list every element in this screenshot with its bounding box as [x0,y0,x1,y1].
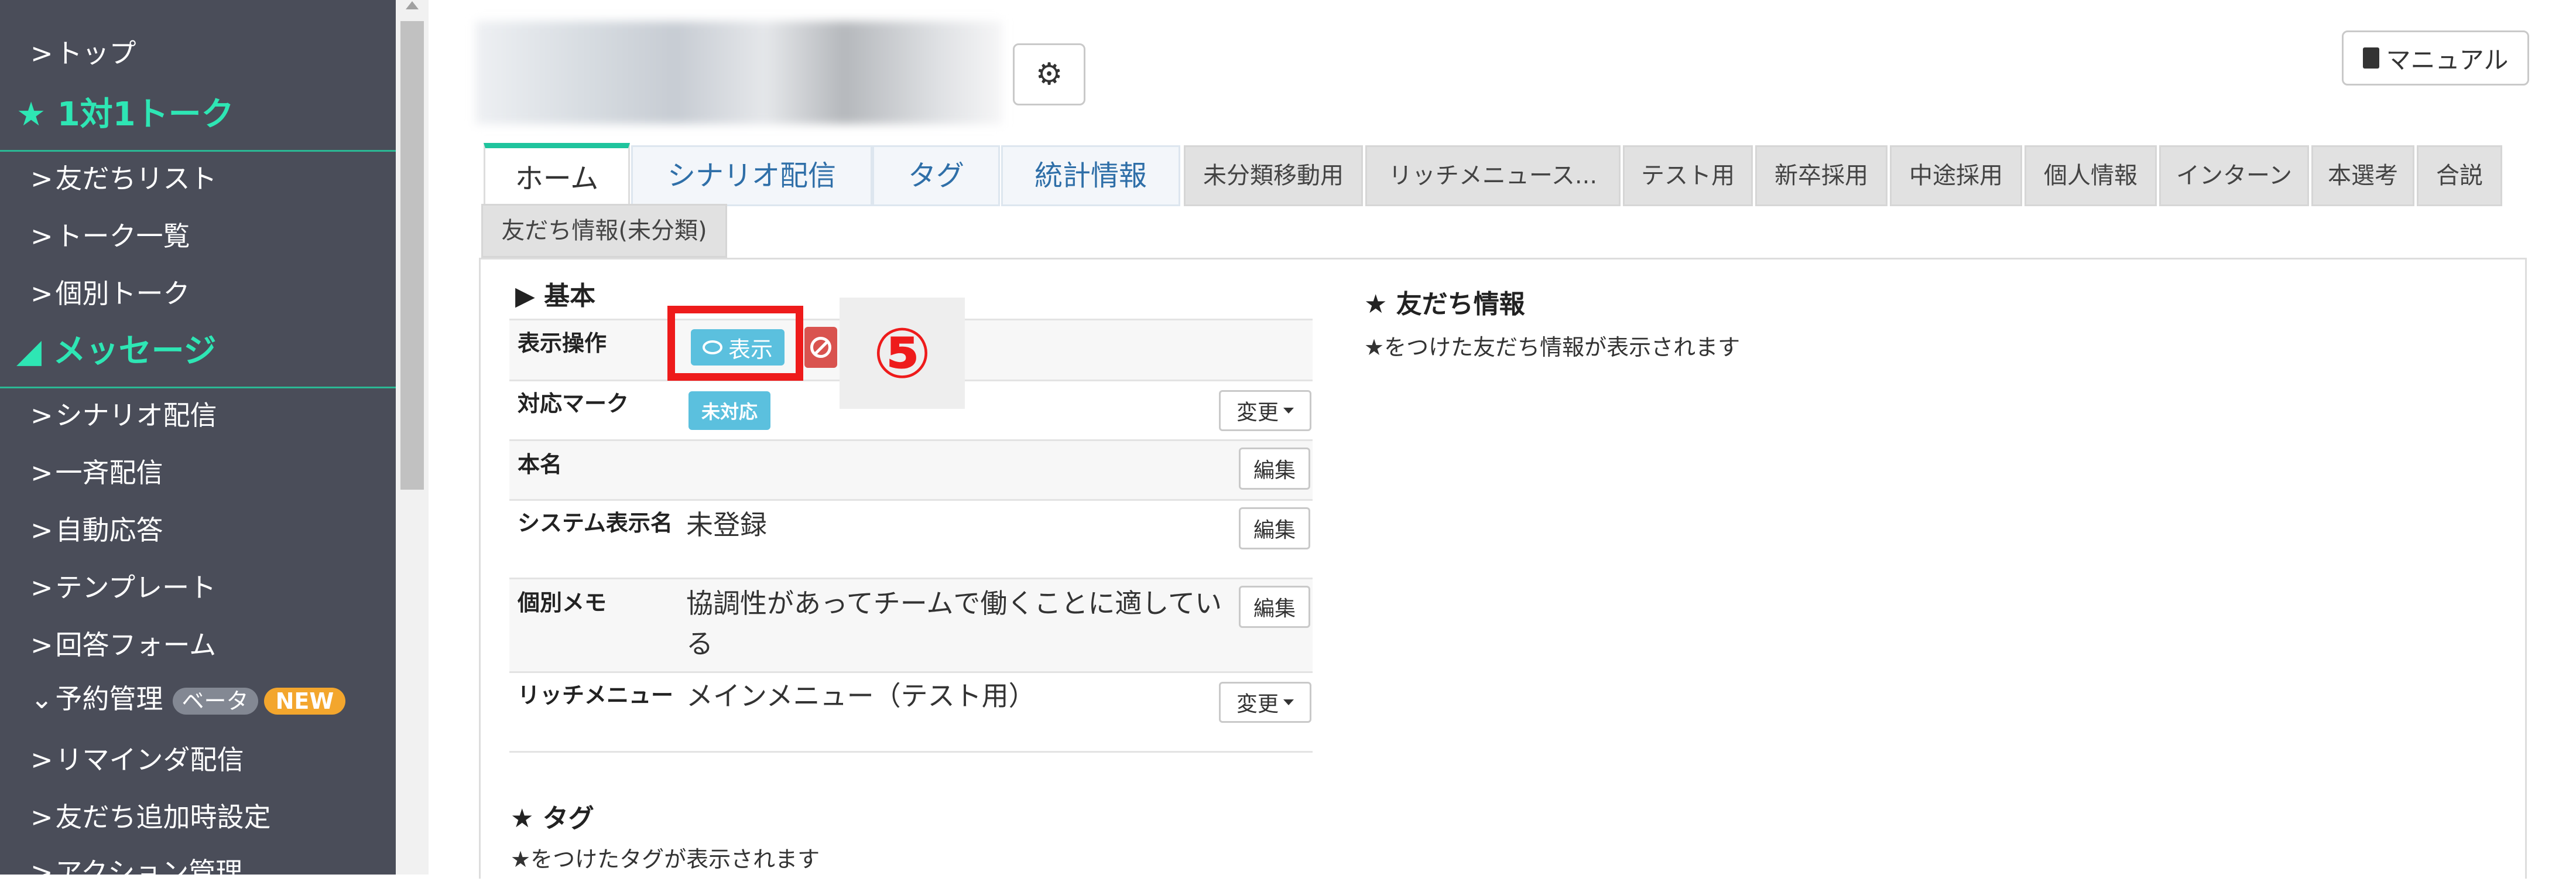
tab-personal-info[interactable]: 個人情報 [2025,145,2157,206]
book-icon [2362,47,2379,69]
sidebar-item-reservation[interactable]: ⌄予約管理 ベータ NEW [30,683,346,715]
sidebar-section-talk: ★ 1対1トーク [16,95,234,134]
sidebar-item-answer-form[interactable]: >回答フォーム [30,631,216,658]
table-row [509,441,1313,499]
megaphone-icon: ◢ [16,332,42,370]
row-label-richmenu: リッチメニュー [518,682,674,708]
row-label-status: 対応マーク [518,391,629,416]
row-label-system-name: システム表示名 [518,510,673,536]
edit-real-name-button[interactable]: 編集 [1239,448,1310,490]
sidebar-item-individual-talk[interactable]: >個別トーク [30,280,190,307]
block-button[interactable] [804,327,837,368]
sidebar-section-message: ◢ メッセージ [16,335,216,368]
tab-mid-career[interactable]: 中途採用 [1890,145,2022,206]
caret-down-icon [1283,699,1294,705]
gear-icon: ⚙ [1035,57,1063,92]
change-status-button[interactable]: 変更 [1219,390,1311,431]
tab-uncategorized-move[interactable]: 未分類移動用 [1184,145,1363,206]
sidebar-item-label: トーク一覧 [55,220,190,252]
system-name-value: 未登録 [686,509,767,541]
caret-down-icon [1283,408,1294,414]
tab-scenario[interactable]: シナリオ配信 [631,145,872,206]
sidebar-item-label: リマインダ配信 [55,744,244,776]
row-divider [509,751,1313,753]
tab-test[interactable]: テスト用 [1623,145,1753,206]
sidebar-divider [0,387,396,388]
profile-header-blurred [475,21,1002,124]
sidebar-item-template[interactable]: >テンプレート [30,574,216,601]
sidebar-item-add-friend-settings[interactable]: >友だち追加時設定 [30,804,271,831]
richmenu-value: メインメニュー（テスト用） [686,680,1036,712]
row-label-real-name: 本名 [518,452,563,477]
highlight-box [667,306,803,381]
sidebar-section-label: メッセージ [53,332,217,370]
tab-intern[interactable]: インターン [2159,145,2309,206]
friend-info-title: ★ 友だち情報 [1364,289,1525,319]
status-badge: 未対応 [688,391,770,430]
sidebar-item-label: トップ [55,37,136,69]
sidebar-item-label: 一斉配信 [55,457,163,489]
edit-memo-button[interactable]: 編集 [1239,586,1310,628]
memo-value: 協調性があってチームで働くことに適している [686,588,1222,660]
sidebar-item-label: 友だちリスト [55,163,217,194]
sidebar-item-label: 予約管理 [55,683,163,715]
tab-home[interactable]: ホーム [484,143,630,209]
sidebar-item-label: シナリオ配信 [55,399,217,431]
sidebar-divider [0,150,396,152]
row-divider [509,499,1313,501]
tags-section-hint: ★をつけたタグが表示されます [511,846,820,872]
sidebar-item-label: 個別トーク [55,278,190,309]
tags-section-title: ★ タグ [511,804,594,834]
sidebar-item-action[interactable]: >アクション管理 [30,859,242,886]
row-label-memo: 個別メモ [518,590,607,616]
tab-friend-info-uncategorized[interactable]: 友だち情報(未分類) [481,204,727,258]
sidebar: >トップ ★ 1対1トーク >友だちリスト >トーク一覧 >個別トーク ◢ メッ… [0,0,396,886]
tab-richmenu[interactable]: リッチメニュース... [1365,145,1621,206]
settings-button[interactable]: ⚙ [1013,43,1085,105]
tab-briefing[interactable]: 合説 [2417,145,2502,206]
scrollbar-thumb[interactable] [400,21,424,490]
sidebar-item-label: 友だち追加時設定 [55,801,271,833]
row-label-display: 表示操作 [518,330,607,356]
change-richmenu-button[interactable]: 変更 [1219,682,1311,723]
scroll-up-icon[interactable] [406,1,419,9]
row-divider [509,671,1313,673]
button-label: 変更 [1236,692,1279,716]
beta-badge: ベータ [172,687,258,715]
friend-info-hint: ★をつけた友だち情報が表示されます [1364,334,1741,360]
edit-system-name-button[interactable]: 編集 [1239,507,1310,549]
sidebar-item-talk-list[interactable]: >トーク一覧 [30,223,190,250]
tab-stats[interactable]: 統計情報 [1001,145,1180,206]
manual-button[interactable]: マニュアル [2342,30,2529,86]
new-badge: NEW [263,687,346,715]
sidebar-item-auto-reply[interactable]: >自動応答 [30,517,163,544]
sidebar-item-label: アクション管理 [55,856,243,888]
sidebar-item-label: テンプレート [55,572,217,603]
button-label: 変更 [1236,401,1279,425]
sidebar-item-label: 回答フォーム [55,629,217,661]
chevron-down-icon: ⌄ [30,683,53,715]
sidebar-item-top[interactable]: >トップ [30,40,136,67]
manual-button-label: マニュアル [2386,45,2509,74]
sidebar-item-broadcast[interactable]: >一斉配信 [30,459,163,486]
ban-icon [810,337,831,358]
sidebar-item-label: 自動応答 [55,514,163,546]
tab-tag[interactable]: タグ [872,145,1000,206]
step-marker: ⑤ [840,298,965,409]
sidebar-scrollbar[interactable] [396,0,429,875]
tab-main-selection[interactable]: 本選考 [2311,145,2414,206]
tab-new-grad[interactable]: 新卒採用 [1755,145,1888,206]
sidebar-item-scenario[interactable]: >シナリオ配信 [30,402,217,429]
sidebar-item-reminder[interactable]: >リマインダ配信 [30,746,244,773]
basic-section-title: ▶ 基本 [515,281,596,311]
sidebar-item-friends[interactable]: >友だちリスト [30,165,217,192]
